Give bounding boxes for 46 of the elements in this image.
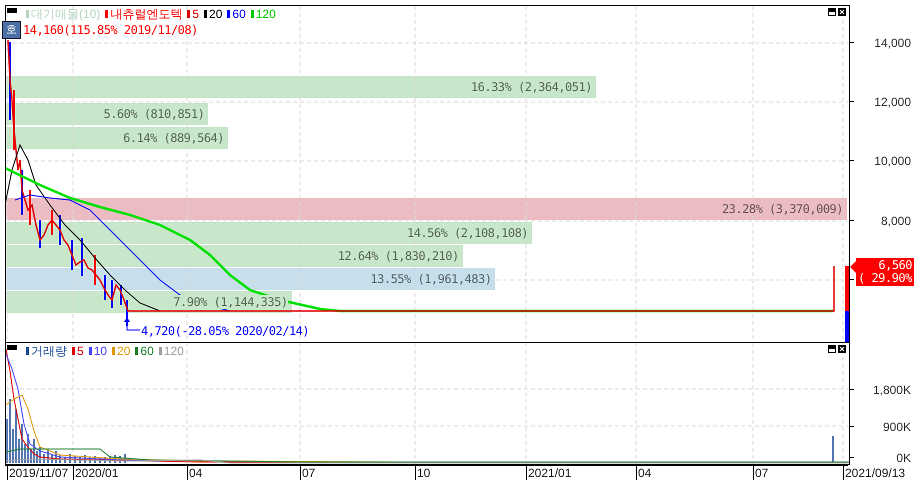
close-icon[interactable] (838, 8, 846, 16)
volume-profile-label: 7.90% (1,144,335) (173, 295, 288, 309)
axis-label: 0K (896, 450, 911, 466)
maximize-icon[interactable] (828, 8, 836, 16)
axis-label: 8,000 (880, 213, 911, 229)
axis-label: 12,000 (874, 94, 911, 110)
arrow-head-icon (124, 317, 130, 322)
date-label: 2021/09/13 (843, 466, 906, 480)
date-label: 04 (636, 466, 652, 480)
maximize-icon[interactable] (828, 345, 836, 353)
legend-label: 60 (232, 7, 246, 21)
date-label: 2019/11/07 (7, 466, 68, 480)
legend-label: 내츄럴엔도텍 (110, 7, 182, 21)
volume-profile-label: 23.28% (3,370,009) (722, 202, 843, 216)
legend-label: 10 (94, 344, 108, 358)
pointer-icon (850, 261, 856, 273)
volume-profile-label: 13.55% (1,961,483) (370, 272, 492, 286)
legend-label: 거래량 (31, 344, 67, 358)
legend-label: 60 (140, 344, 154, 358)
date-label: 10 (415, 466, 430, 480)
date-label: 2021/01 (526, 466, 572, 480)
volume-profile-label: 16.33% (2,364,051) (470, 80, 592, 94)
date-label: 2020/01 (73, 466, 118, 480)
date-label: 04 (187, 466, 202, 480)
volume-profile-label: 6.14% (889,564) (123, 131, 224, 145)
high-price-label: 14,160(115.85% 2019/11/08) (23, 23, 198, 37)
volume-profile-label: 5.60% (810,851) (103, 107, 204, 121)
legend-label: 120 (164, 344, 184, 358)
close-icon[interactable] (838, 345, 846, 353)
axis-label: 14,000 (874, 35, 911, 51)
volume-profile-label: 14.56% (2,108,108) (406, 226, 528, 240)
volume-profile-label: 12.64% (1,830,210) (338, 249, 459, 263)
legend-label: 5 (192, 7, 200, 21)
low-price-label: 4,720(-28.05% 2020/02/14) (141, 324, 310, 338)
date-label: 07 (753, 466, 768, 480)
legend-label: 20 (117, 344, 130, 358)
quote-badge[interactable]: 호 (2, 21, 21, 39)
legend-label: 대기매물(10) (31, 7, 100, 21)
legend-label: 20 (209, 7, 222, 21)
axis-label: 1,800K (872, 382, 911, 398)
current-price-tag: 6,560 ( 29.90%) (856, 258, 914, 286)
legend-label: 120 (256, 7, 276, 21)
axis-label: 900K (882, 419, 911, 435)
axis-label: 10,000 (874, 153, 911, 169)
date-label: 07 (300, 466, 316, 480)
legend-label: 5 (77, 344, 84, 358)
